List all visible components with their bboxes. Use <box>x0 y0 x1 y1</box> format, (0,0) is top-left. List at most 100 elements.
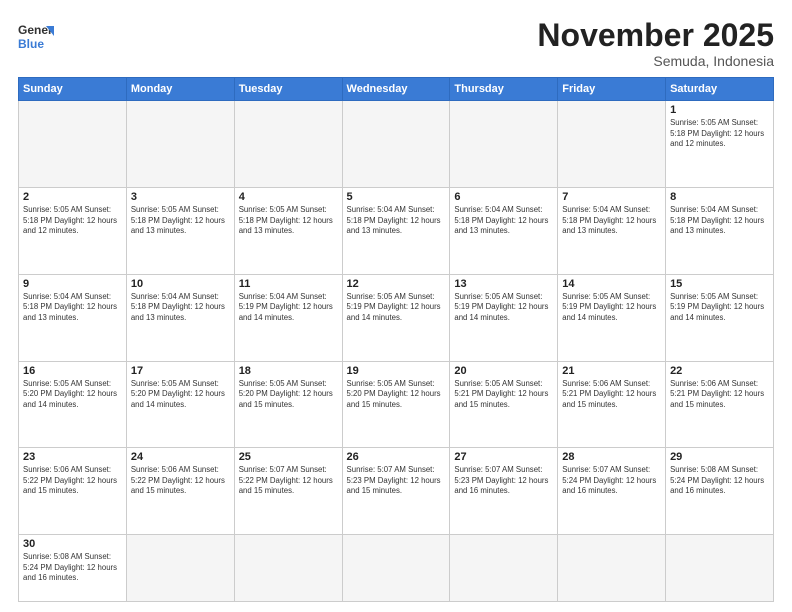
day-info: Sunrise: 5:04 AM Sunset: 5:18 PM Dayligh… <box>23 292 122 324</box>
day-info: Sunrise: 5:07 AM Sunset: 5:22 PM Dayligh… <box>239 465 338 497</box>
calendar-cell <box>234 535 342 602</box>
day-number: 29 <box>670 451 769 463</box>
calendar-cell: 10 Sunrise: 5:04 AM Sunset: 5:18 PM Dayli… <box>126 274 234 361</box>
day-number: 3 <box>131 191 230 203</box>
calendar-week-row: 2 Sunrise: 5:05 AM Sunset: 5:18 PM Daylig… <box>19 187 774 274</box>
calendar-cell: 24 Sunrise: 5:06 AM Sunset: 5:22 PM Dayli… <box>126 448 234 535</box>
day-info: Sunrise: 5:05 AM Sunset: 5:20 PM Dayligh… <box>239 379 338 411</box>
calendar-cell <box>234 101 342 188</box>
calendar-cell: 7 Sunrise: 5:04 AM Sunset: 5:18 PM Daylig… <box>558 187 666 274</box>
day-info: Sunrise: 5:04 AM Sunset: 5:18 PM Dayligh… <box>454 205 553 237</box>
calendar-cell: 16Sunrise: 5:05 AM Sunset: 5:20 PM Dayli… <box>19 361 127 448</box>
day-info: Sunrise: 5:04 AM Sunset: 5:18 PM Dayligh… <box>347 205 446 237</box>
col-header-monday: Monday <box>126 78 234 101</box>
logo: General Blue General Blue <box>18 18 54 54</box>
header: General Blue General Blue November 2025 … <box>18 18 774 69</box>
day-info: Sunrise: 5:08 AM Sunset: 5:24 PM Dayligh… <box>670 465 769 497</box>
day-number: 11 <box>239 278 338 290</box>
day-number: 20 <box>454 365 553 377</box>
calendar-cell: 20 Sunrise: 5:05 AM Sunset: 5:21 PM Dayli… <box>450 361 558 448</box>
calendar-cell: 15Sunrise: 5:05 AM Sunset: 5:19 PM Dayli… <box>666 274 774 361</box>
day-number: 28 <box>562 451 661 463</box>
calendar-cell <box>450 535 558 602</box>
day-info: Sunrise: 5:04 AM Sunset: 5:18 PM Dayligh… <box>131 292 230 324</box>
calendar-cell <box>558 101 666 188</box>
day-info: Sunrise: 5:06 AM Sunset: 5:21 PM Dayligh… <box>670 379 769 411</box>
day-info: Sunrise: 5:07 AM Sunset: 5:24 PM Dayligh… <box>562 465 661 497</box>
day-info: Sunrise: 5:05 AM Sunset: 5:19 PM Dayligh… <box>347 292 446 324</box>
calendar-cell: 25 Sunrise: 5:07 AM Sunset: 5:22 PM Dayli… <box>234 448 342 535</box>
day-number: 17 <box>131 365 230 377</box>
day-info: Sunrise: 5:05 AM Sunset: 5:20 PM Dayligh… <box>131 379 230 411</box>
day-number: 15 <box>670 278 769 290</box>
day-info: Sunrise: 5:05 AM Sunset: 5:18 PM Dayligh… <box>23 205 122 237</box>
day-number: 23 <box>23 451 122 463</box>
calendar-cell: 26Sunrise: 5:07 AM Sunset: 5:23 PM Dayli… <box>342 448 450 535</box>
calendar-cell: 23 Sunrise: 5:06 AM Sunset: 5:22 PM Dayli… <box>19 448 127 535</box>
calendar-table: SundayMondayTuesdayWednesdayThursdayFrid… <box>18 77 774 602</box>
day-number: 7 <box>562 191 661 203</box>
col-header-friday: Friday <box>558 78 666 101</box>
day-number: 9 <box>23 278 122 290</box>
day-number: 1 <box>670 104 769 116</box>
day-number: 21 <box>562 365 661 377</box>
day-number: 14 <box>562 278 661 290</box>
day-number: 24 <box>131 451 230 463</box>
day-info: Sunrise: 5:06 AM Sunset: 5:22 PM Dayligh… <box>23 465 122 497</box>
day-number: 8 <box>670 191 769 203</box>
calendar-cell: 5 Sunrise: 5:04 AM Sunset: 5:18 PM Daylig… <box>342 187 450 274</box>
calendar-cell <box>558 535 666 602</box>
day-number: 5 <box>347 191 446 203</box>
day-number: 19 <box>347 365 446 377</box>
subtitle: Semuda, Indonesia <box>537 53 774 69</box>
day-number: 26 <box>347 451 446 463</box>
day-number: 10 <box>131 278 230 290</box>
calendar-cell <box>450 101 558 188</box>
calendar-cell: 9 Sunrise: 5:04 AM Sunset: 5:18 PM Daylig… <box>19 274 127 361</box>
day-number: 2 <box>23 191 122 203</box>
day-info: Sunrise: 5:05 AM Sunset: 5:21 PM Dayligh… <box>454 379 553 411</box>
page: General Blue General Blue November 2025 … <box>0 0 792 612</box>
day-number: 18 <box>239 365 338 377</box>
calendar-cell: 22 Sunrise: 5:06 AM Sunset: 5:21 PM Dayli… <box>666 361 774 448</box>
calendar-cell: 3 Sunrise: 5:05 AM Sunset: 5:18 PM Daylig… <box>126 187 234 274</box>
day-number: 6 <box>454 191 553 203</box>
calendar-cell <box>666 535 774 602</box>
day-number: 30 <box>23 538 122 550</box>
calendar-cell: 6 Sunrise: 5:04 AM Sunset: 5:18 PM Daylig… <box>450 187 558 274</box>
day-info: Sunrise: 5:04 AM Sunset: 5:19 PM Dayligh… <box>239 292 338 324</box>
day-info: Sunrise: 5:06 AM Sunset: 5:21 PM Dayligh… <box>562 379 661 411</box>
calendar-cell: 2 Sunrise: 5:05 AM Sunset: 5:18 PM Daylig… <box>19 187 127 274</box>
svg-text:General: General <box>18 23 54 37</box>
calendar-cell: 8Sunrise: 5:04 AM Sunset: 5:18 PM Daylig… <box>666 187 774 274</box>
calendar-cell: 29 Sunrise: 5:08 AM Sunset: 5:24 PM Dayli… <box>666 448 774 535</box>
col-header-saturday: Saturday <box>666 78 774 101</box>
calendar-week-row: 23 Sunrise: 5:06 AM Sunset: 5:22 PM Dayli… <box>19 448 774 535</box>
day-info: Sunrise: 5:08 AM Sunset: 5:24 PM Dayligh… <box>23 552 122 584</box>
calendar-cell: 19 Sunrise: 5:05 AM Sunset: 5:20 PM Dayli… <box>342 361 450 448</box>
calendar-cell: 28 Sunrise: 5:07 AM Sunset: 5:24 PM Dayli… <box>558 448 666 535</box>
calendar-cell: 1 Sunrise: 5:05 AM Sunset: 5:18 PM Daylig… <box>666 101 774 188</box>
calendar-cell: 12Sunrise: 5:05 AM Sunset: 5:19 PM Dayli… <box>342 274 450 361</box>
day-info: Sunrise: 5:06 AM Sunset: 5:22 PM Dayligh… <box>131 465 230 497</box>
day-info: Sunrise: 5:05 AM Sunset: 5:18 PM Dayligh… <box>131 205 230 237</box>
calendar-cell: 30 Sunrise: 5:08 AM Sunset: 5:24 PM Dayli… <box>19 535 127 602</box>
day-info: Sunrise: 5:07 AM Sunset: 5:23 PM Dayligh… <box>454 465 553 497</box>
svg-text:Blue: Blue <box>18 37 44 51</box>
day-info: Sunrise: 5:05 AM Sunset: 5:18 PM Dayligh… <box>670 118 769 150</box>
day-number: 22 <box>670 365 769 377</box>
day-info: Sunrise: 5:05 AM Sunset: 5:19 PM Dayligh… <box>562 292 661 324</box>
day-info: Sunrise: 5:04 AM Sunset: 5:18 PM Dayligh… <box>562 205 661 237</box>
col-header-thursday: Thursday <box>450 78 558 101</box>
calendar-week-row: 16 Sunrise: 5:05 AM Sunset: 5:20 PM Dayli… <box>19 361 774 448</box>
day-number: 25 <box>239 451 338 463</box>
title-block: November 2025 Semuda, Indonesia <box>537 18 774 69</box>
calendar-cell <box>19 101 127 188</box>
calendar-week-row: 30 Sunrise: 5:08 AM Sunset: 5:24 PM Dayli… <box>19 535 774 602</box>
calendar-header-row: SundayMondayTuesdayWednesdayThursdayFrid… <box>19 78 774 101</box>
calendar-cell <box>342 101 450 188</box>
day-info: Sunrise: 5:05 AM Sunset: 5:19 PM Dayligh… <box>454 292 553 324</box>
day-info: Sunrise: 5:05 AM Sunset: 5:20 PM Dayligh… <box>347 379 446 411</box>
day-number: 16 <box>23 365 122 377</box>
day-number: 4 <box>239 191 338 203</box>
